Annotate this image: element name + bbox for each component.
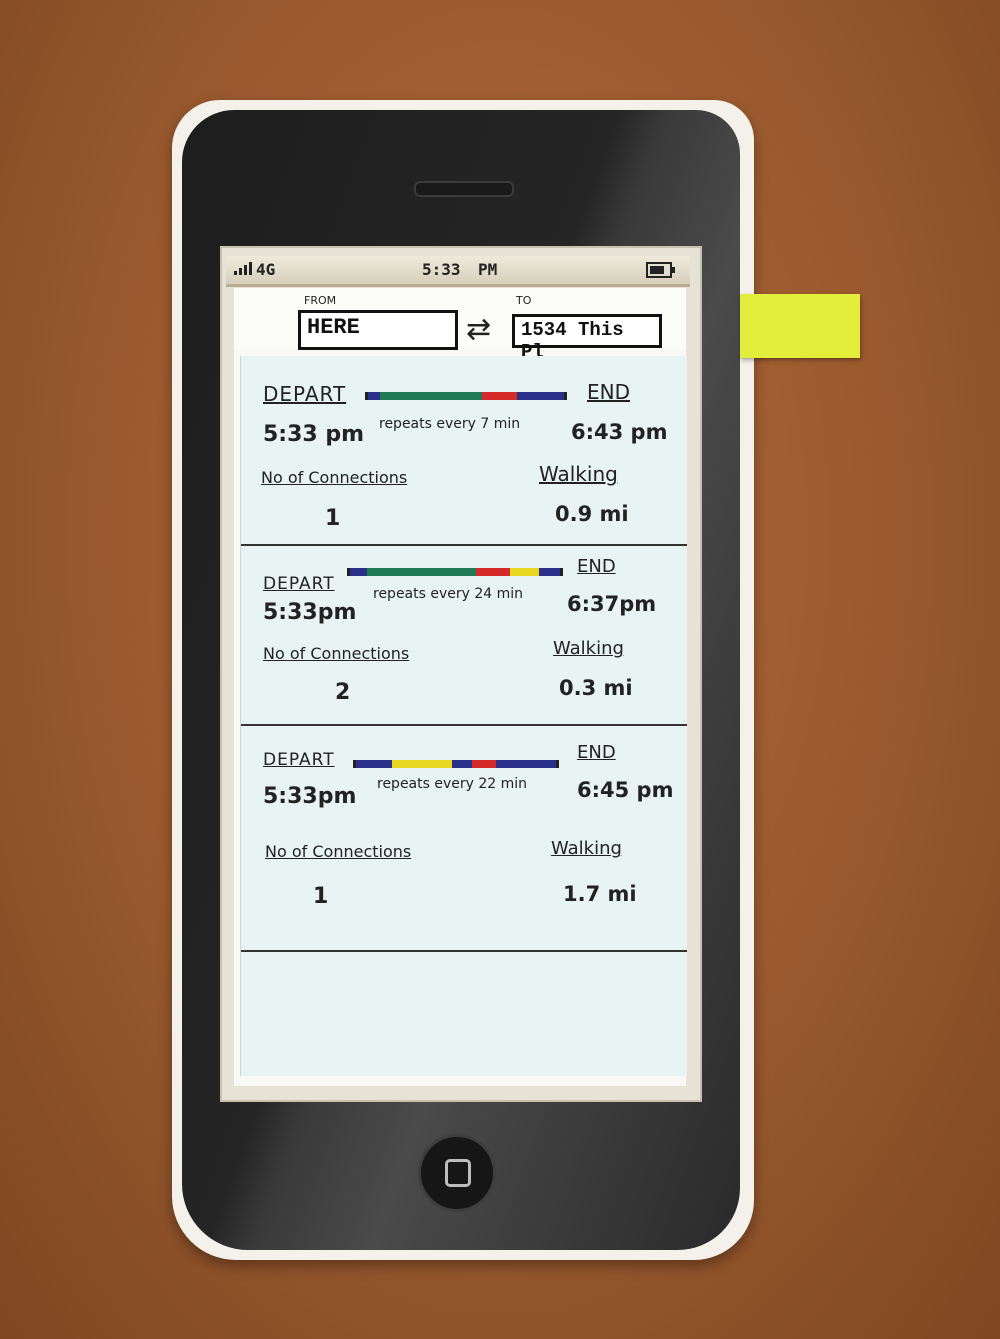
- end-time: 6:45 pm: [577, 778, 674, 802]
- timeline-segment: [516, 392, 564, 400]
- app-screen: FROM HERE ⇄ TO 1534 This Pl DEPART END 5…: [234, 288, 687, 1086]
- list-end-rule: [241, 950, 687, 952]
- timeline-segment: [368, 392, 380, 400]
- to-label: TO: [516, 294, 532, 307]
- end-time: 6:37pm: [567, 592, 657, 616]
- speaker-icon: [414, 181, 514, 197]
- end-label: END: [577, 556, 616, 577]
- timeline-segment: [472, 760, 496, 768]
- connections-value: 2: [335, 680, 351, 705]
- connections-value: 1: [325, 506, 341, 531]
- repeat-frequency: repeats every 24 min: [373, 586, 524, 602]
- depart-label: DEPART: [263, 750, 335, 770]
- result-card[interactable]: DEPART END 5:33 pm repeats every 7 min 6…: [241, 356, 687, 546]
- sticky-note-tab[interactable]: [740, 294, 860, 358]
- timeline-segment: [379, 392, 482, 400]
- results-list: DEPART END 5:33 pm repeats every 7 min 6…: [240, 356, 687, 1076]
- depart-label: DEPART: [263, 574, 335, 594]
- timeline-segment: [392, 760, 452, 768]
- end-time: 6:43 pm: [571, 420, 668, 444]
- from-label: FROM: [304, 294, 337, 307]
- timeline-segment: [366, 568, 476, 576]
- connections-label: No of Connections: [261, 468, 408, 487]
- route-timeline: [365, 392, 567, 400]
- walking-value: 0.9 mi: [555, 502, 629, 526]
- route-timeline: [347, 568, 563, 576]
- timeline-segment: [475, 568, 510, 576]
- from-field[interactable]: HERE: [298, 310, 458, 350]
- timeline-segment: [452, 760, 472, 768]
- depart-label: DEPART: [263, 382, 347, 406]
- network-type: 4G: [256, 260, 276, 279]
- connections-label: No of Connections: [265, 842, 412, 861]
- swap-arrows-icon[interactable]: ⇄: [466, 312, 491, 347]
- status-time: 5:33: [422, 260, 461, 279]
- result-card[interactable]: DEPART END 5:33pm repeats every 24 min 6…: [241, 548, 687, 736]
- card-divider: [241, 724, 687, 726]
- home-square-icon: [445, 1159, 471, 1187]
- home-button[interactable]: [418, 1134, 496, 1212]
- walking-label: Walking: [551, 838, 622, 859]
- timeline-segment: [356, 760, 392, 768]
- timeline-segment: [538, 568, 560, 576]
- card-divider: [241, 544, 687, 546]
- walking-value: 0.3 mi: [559, 676, 633, 700]
- connections-value: 1: [313, 884, 329, 909]
- connections-label: No of Connections: [263, 644, 410, 663]
- battery-icon: [646, 262, 675, 278]
- depart-time: 5:33 pm: [263, 422, 365, 447]
- timeline-segment: [350, 568, 367, 576]
- end-label: END: [577, 742, 616, 763]
- walking-label: Walking: [539, 462, 618, 486]
- repeat-frequency: repeats every 22 min: [377, 776, 528, 792]
- signal-icon: [234, 262, 252, 275]
- depart-time: 5:33pm: [263, 600, 357, 625]
- status-ampm: PM: [478, 260, 498, 279]
- route-header: FROM HERE ⇄ TO 1534 This Pl: [234, 288, 686, 363]
- route-timeline: [353, 760, 559, 768]
- timeline-segment: [496, 760, 556, 768]
- timeline-segment: [509, 568, 539, 576]
- walking-label: Walking: [553, 638, 624, 659]
- to-field[interactable]: 1534 This Pl: [512, 314, 662, 363]
- timeline-segment: [481, 392, 517, 400]
- end-label: END: [587, 380, 630, 404]
- repeat-frequency: repeats every 7 min: [379, 416, 521, 432]
- depart-time: 5:33pm: [263, 784, 357, 809]
- status-bar: 4G 5:33 PM: [226, 256, 690, 287]
- walking-value: 1.7 mi: [563, 882, 637, 906]
- result-card[interactable]: DEPART END 5:33pm repeats every 22 min 6…: [241, 730, 687, 918]
